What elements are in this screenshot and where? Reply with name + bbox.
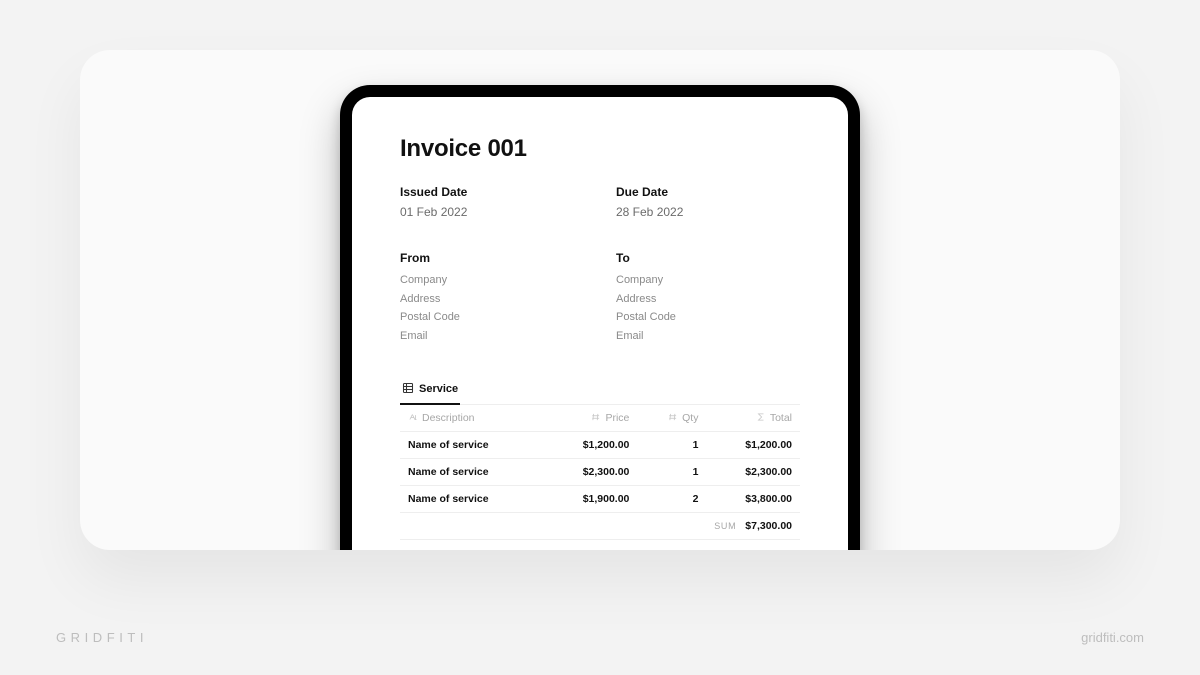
issued-date-label: Issued Date bbox=[400, 185, 584, 199]
cell-total: $2,300.00 bbox=[706, 458, 800, 485]
from-address: Address bbox=[400, 290, 584, 309]
to-company: Company bbox=[616, 271, 800, 290]
cell-desc: Name of service bbox=[400, 458, 544, 485]
text-icon bbox=[408, 412, 418, 425]
table-row[interactable]: Name of service $2,300.00 1 $2,300.00 bbox=[400, 458, 800, 485]
to-address: Address bbox=[616, 290, 800, 309]
due-date-label: Due Date bbox=[616, 185, 800, 199]
from-postal: Postal Code bbox=[400, 308, 584, 327]
cell-total: $3,800.00 bbox=[706, 485, 800, 512]
issued-date-block: Issued Date 01 Feb 2022 bbox=[400, 185, 584, 221]
col-description[interactable]: Description bbox=[400, 405, 544, 432]
col-total[interactable]: Total bbox=[706, 405, 800, 432]
col-total-label: Total bbox=[770, 412, 792, 424]
number-icon bbox=[668, 412, 678, 425]
issued-date-value: 01 Feb 2022 bbox=[400, 205, 584, 219]
from-label: From bbox=[400, 251, 584, 265]
cell-price: $1,200.00 bbox=[544, 431, 637, 458]
sum-row: SUM $7,300.00 bbox=[400, 512, 800, 539]
table-header-row: Description bbox=[400, 405, 800, 432]
cell-desc: Name of service bbox=[400, 485, 544, 512]
to-email: Email bbox=[616, 327, 800, 346]
preview-card: Invoice 001 Issued Date 01 Feb 2022 Due … bbox=[80, 50, 1120, 550]
table-row[interactable]: Name of service $1,900.00 2 $3,800.00 bbox=[400, 485, 800, 512]
table-icon bbox=[402, 382, 414, 397]
cell-price: $2,300.00 bbox=[544, 458, 637, 485]
cell-desc: Name of service bbox=[400, 431, 544, 458]
number-icon bbox=[591, 412, 601, 425]
formula-icon bbox=[756, 412, 766, 425]
col-qty[interactable]: Qty bbox=[637, 405, 706, 432]
cell-qty: 1 bbox=[637, 458, 706, 485]
due-date-block: Due Date 28 Feb 2022 bbox=[616, 185, 800, 221]
tablet-frame: Invoice 001 Issued Date 01 Feb 2022 Due … bbox=[340, 85, 860, 550]
from-company: Company bbox=[400, 271, 584, 290]
table-row[interactable]: Name of service $1,200.00 1 $1,200.00 bbox=[400, 431, 800, 458]
invoice-document: Invoice 001 Issued Date 01 Feb 2022 Due … bbox=[352, 97, 848, 540]
tab-service[interactable]: Service bbox=[400, 376, 460, 405]
to-postal: Postal Code bbox=[616, 308, 800, 327]
view-tabs: Service bbox=[400, 376, 800, 405]
col-price-label: Price bbox=[605, 412, 629, 424]
col-price[interactable]: Price bbox=[544, 405, 637, 432]
tab-service-label: Service bbox=[419, 383, 458, 395]
brand-site-text: gridfiti.com bbox=[1081, 630, 1144, 645]
due-date-value: 28 Feb 2022 bbox=[616, 205, 800, 219]
col-description-label: Description bbox=[422, 412, 475, 424]
tablet-screen: Invoice 001 Issued Date 01 Feb 2022 Due … bbox=[352, 97, 848, 550]
parties-row: From Company Address Postal Code Email T… bbox=[400, 251, 800, 346]
dates-row: Issued Date 01 Feb 2022 Due Date 28 Feb … bbox=[400, 185, 800, 221]
col-qty-label: Qty bbox=[682, 412, 698, 424]
cell-price: $1,900.00 bbox=[544, 485, 637, 512]
sum-value: $7,300.00 bbox=[745, 520, 792, 532]
cell-qty: 1 bbox=[637, 431, 706, 458]
page-title: Invoice 001 bbox=[400, 135, 800, 163]
cell-total: $1,200.00 bbox=[706, 431, 800, 458]
brand-logo-text: GRIDFITI bbox=[56, 630, 148, 645]
cell-qty: 2 bbox=[637, 485, 706, 512]
sum-label: SUM bbox=[714, 521, 742, 531]
line-items-table: Description bbox=[400, 405, 800, 540]
to-label: To bbox=[616, 251, 800, 265]
from-block: From Company Address Postal Code Email bbox=[400, 251, 584, 346]
from-email: Email bbox=[400, 327, 584, 346]
to-block: To Company Address Postal Code Email bbox=[616, 251, 800, 346]
